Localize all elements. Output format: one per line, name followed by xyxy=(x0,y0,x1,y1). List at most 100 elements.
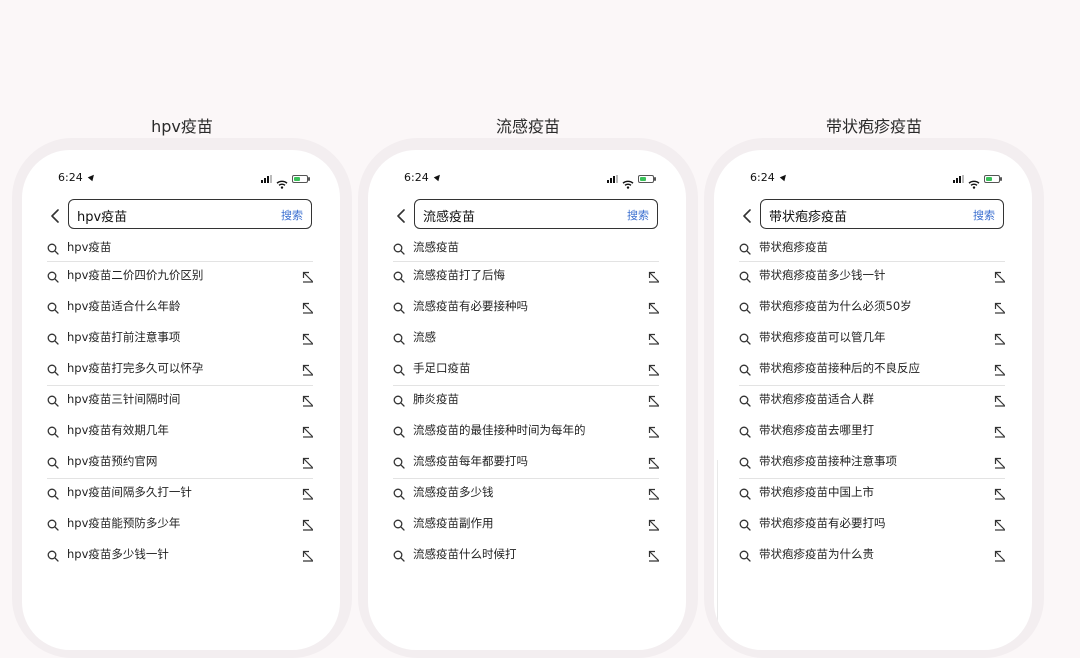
suggestion-row[interactable]: hpv疫苗三针间隔时间 xyxy=(22,383,340,414)
chevron-left-icon[interactable] xyxy=(396,208,406,223)
arrow-up-left-icon[interactable] xyxy=(994,454,1006,469)
suggestion-row-exact[interactable]: hpv疫苗 xyxy=(22,231,340,262)
arrow-up-left-icon[interactable] xyxy=(648,516,660,531)
search-button[interactable]: 搜索 xyxy=(281,207,303,223)
suggestion-row[interactable]: hpv疫苗能预防多少年 xyxy=(22,507,340,538)
suggestion-row[interactable]: 流感 xyxy=(368,321,686,352)
suggestion-row[interactable]: hpv疫苗打完多久可以怀孕 xyxy=(22,352,340,383)
divider xyxy=(739,478,1005,479)
suggestion-row[interactable]: hpv疫苗适合什么年龄 xyxy=(22,290,340,321)
search-button[interactable]: 搜索 xyxy=(627,207,649,223)
suggestion-text: hpv疫苗三针间隔时间 xyxy=(67,392,181,406)
suggestion-row[interactable]: hpv疫苗二价四价九价区别 xyxy=(22,259,340,290)
suggestion-row[interactable]: 流感疫苗有必要接种吗 xyxy=(368,290,686,321)
arrow-up-left-icon[interactable] xyxy=(648,392,660,407)
suggestion-row[interactable]: 流感疫苗打了后悔 xyxy=(368,259,686,290)
suggestion-row[interactable]: 流感疫苗什么时候打 xyxy=(368,538,686,569)
status-time: 6:24 xyxy=(750,171,775,184)
suggestion-row[interactable]: 带状疱疹疫苗适合人群 xyxy=(714,383,1032,414)
arrow-up-left-icon[interactable] xyxy=(994,547,1006,562)
arrow-up-left-icon[interactable] xyxy=(648,361,660,376)
arrow-up-left-icon[interactable] xyxy=(648,330,660,345)
magnifier-icon xyxy=(393,392,405,407)
suggestion-text: 流感 xyxy=(413,330,436,344)
magnifier-icon xyxy=(47,392,59,407)
suggestion-row[interactable]: 流感疫苗多少钱 xyxy=(368,476,686,507)
suggestion-text: 带状疱疹疫苗适合人群 xyxy=(759,392,874,406)
suggestion-row[interactable]: hpv疫苗间隔多久打一针 xyxy=(22,476,340,507)
suggestion-row[interactable]: 带状疱疹疫苗多少钱一针 xyxy=(714,259,1032,290)
magnifier-icon xyxy=(393,361,405,376)
chevron-left-icon[interactable] xyxy=(50,208,60,223)
phone-screen: 6:24 流感疫苗 搜索 流感疫苗 流感疫苗打了后悔 流感疫苗有必要接种吗 流感… xyxy=(368,150,686,650)
arrow-up-left-icon[interactable] xyxy=(994,361,1006,376)
suggestion-row[interactable]: 带状疱疹疫苗接种注意事项 xyxy=(714,445,1032,476)
arrow-up-left-icon[interactable] xyxy=(648,268,660,283)
suggestion-text: hpv疫苗有效期几年 xyxy=(67,423,169,437)
suggestion-row[interactable]: hpv疫苗预约官网 xyxy=(22,445,340,476)
magnifier-icon xyxy=(739,299,751,314)
chevron-left-icon[interactable] xyxy=(742,208,752,223)
arrow-up-left-icon[interactable] xyxy=(302,268,314,283)
arrow-up-left-icon[interactable] xyxy=(994,268,1006,283)
suggestion-row-exact[interactable]: 带状疱疹疫苗 xyxy=(714,231,1032,262)
suggestion-text: 流感疫苗 xyxy=(413,240,459,254)
suggestion-row[interactable]: 流感疫苗副作用 xyxy=(368,507,686,538)
arrow-up-left-icon[interactable] xyxy=(994,516,1006,531)
panel-title: hpv疫苗 xyxy=(151,117,213,136)
search-input[interactable]: 流感疫苗 搜索 xyxy=(414,199,658,229)
suggestion-text: 带状疱疹疫苗接种注意事项 xyxy=(759,454,897,468)
suggestion-row[interactable]: 带状疱疹疫苗为什么必须50岁 xyxy=(714,290,1032,321)
suggestion-row[interactable]: 带状疱疹疫苗有必要打吗 xyxy=(714,507,1032,538)
suggestion-row[interactable]: 带状疱疹疫苗可以管几年 xyxy=(714,321,1032,352)
magnifier-icon xyxy=(47,268,59,283)
suggestion-row[interactable]: 流感疫苗每年都要打吗 xyxy=(368,445,686,476)
arrow-up-left-icon[interactable] xyxy=(648,299,660,314)
arrow-up-left-icon[interactable] xyxy=(302,392,314,407)
suggestion-row[interactable]: 手足口疫苗 xyxy=(368,352,686,383)
search-input[interactable]: 带状疱疹疫苗 搜索 xyxy=(760,199,1004,229)
arrow-up-left-icon[interactable] xyxy=(302,485,314,500)
arrow-up-left-icon[interactable] xyxy=(994,485,1006,500)
magnifier-icon xyxy=(739,516,751,531)
arrow-up-left-icon[interactable] xyxy=(302,299,314,314)
magnifier-icon xyxy=(47,299,59,314)
suggestion-row-exact[interactable]: 流感疫苗 xyxy=(368,231,686,262)
magnifier-icon xyxy=(739,330,751,345)
search-query: 带状疱疹疫苗 xyxy=(769,210,848,225)
arrow-up-left-icon[interactable] xyxy=(994,423,1006,438)
battery-charging-icon xyxy=(984,175,1002,183)
suggestion-row[interactable]: 肺炎疫苗 xyxy=(368,383,686,414)
suggestion-text: hpv疫苗间隔多久打一针 xyxy=(67,485,192,499)
suggestion-row[interactable]: 带状疱疹疫苗为什么贵 xyxy=(714,538,1032,569)
magnifier-icon xyxy=(393,268,405,283)
suggestion-row[interactable]: 流感疫苗的最佳接种时间为每年的 xyxy=(368,414,686,445)
arrow-up-left-icon[interactable] xyxy=(994,330,1006,345)
suggestion-row[interactable]: 带状疱疹疫苗接种后的不良反应 xyxy=(714,352,1032,383)
arrow-up-left-icon[interactable] xyxy=(648,423,660,438)
arrow-up-left-icon[interactable] xyxy=(648,547,660,562)
suggestion-row[interactable]: 带状疱疹疫苗去哪里打 xyxy=(714,414,1032,445)
search-input[interactable]: hpv疫苗 搜索 xyxy=(68,199,312,229)
search-panel: hpv疫苗 6:24 hpv疫苗 搜索 hpv疫苗 hpv疫苗二价四价九价区别 … xyxy=(12,0,352,658)
suggestion-row[interactable]: hpv疫苗有效期几年 xyxy=(22,414,340,445)
arrow-up-left-icon[interactable] xyxy=(994,299,1006,314)
arrow-up-left-icon[interactable] xyxy=(302,516,314,531)
suggestion-text: 流感疫苗的最佳接种时间为每年的 xyxy=(413,423,586,437)
arrow-up-left-icon[interactable] xyxy=(648,454,660,469)
divider xyxy=(393,385,659,386)
arrow-up-left-icon[interactable] xyxy=(302,361,314,376)
arrow-up-left-icon[interactable] xyxy=(994,392,1006,407)
arrow-up-left-icon[interactable] xyxy=(302,423,314,438)
suggestion-row[interactable]: hpv疫苗打前注意事项 xyxy=(22,321,340,352)
suggestion-row[interactable]: 带状疱疹疫苗中国上市 xyxy=(714,476,1032,507)
suggestion-text: 带状疱疹疫苗接种后的不良反应 xyxy=(759,361,920,375)
arrow-up-left-icon[interactable] xyxy=(302,454,314,469)
arrow-up-left-icon[interactable] xyxy=(302,330,314,345)
search-button[interactable]: 搜索 xyxy=(973,207,995,223)
suggestion-row[interactable]: hpv疫苗多少钱一针 xyxy=(22,538,340,569)
suggestion-text: 流感疫苗多少钱 xyxy=(413,485,494,499)
arrow-up-left-icon[interactable] xyxy=(302,547,314,562)
magnifier-icon xyxy=(47,240,59,255)
arrow-up-left-icon[interactable] xyxy=(648,485,660,500)
